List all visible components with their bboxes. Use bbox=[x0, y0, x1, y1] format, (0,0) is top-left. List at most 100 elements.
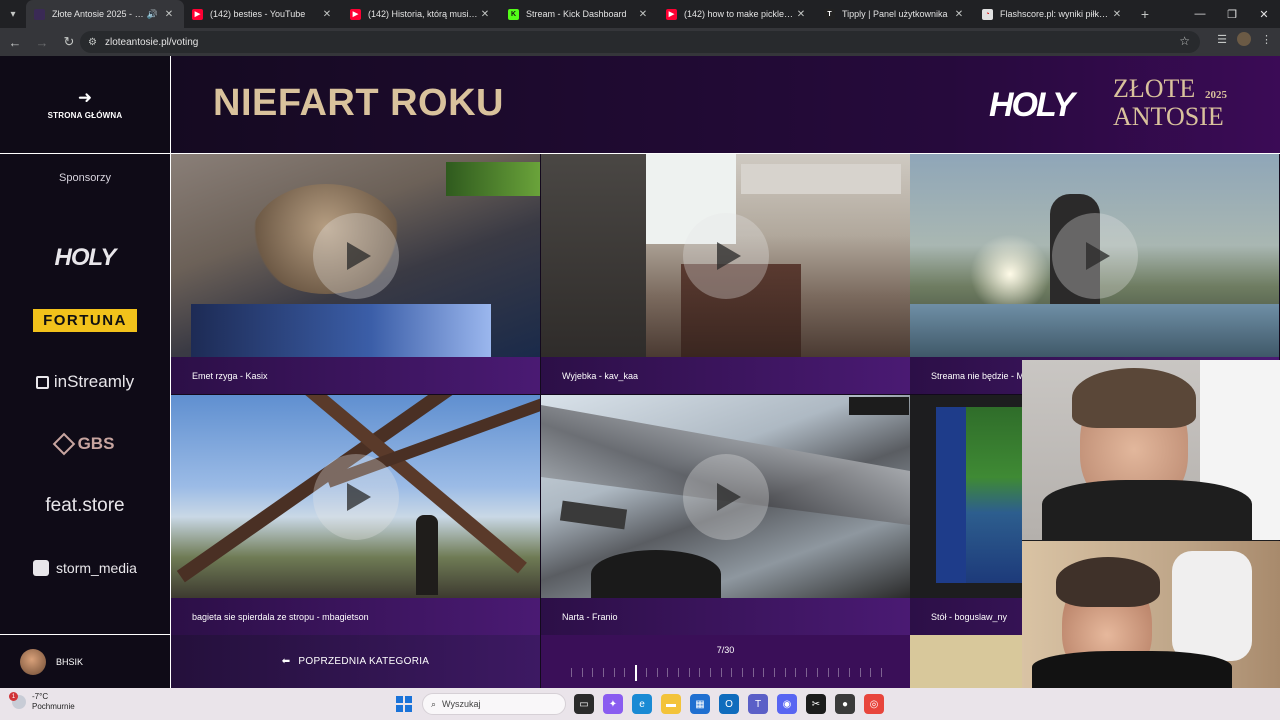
outlook-icon[interactable]: O bbox=[719, 694, 739, 714]
reload-icon[interactable]: ↻ bbox=[57, 30, 81, 54]
task-view-icon[interactable]: ▭ bbox=[574, 694, 594, 714]
youtube-icon: ▶ bbox=[192, 8, 203, 20]
play-button[interactable] bbox=[683, 213, 769, 299]
url-field[interactable]: ⚙ zloteantosie.pl/voting ☆ bbox=[80, 31, 1200, 53]
category-progress: 7/30 bbox=[541, 635, 910, 688]
antosie-logo-text: ANTOSIE bbox=[1113, 102, 1224, 131]
progress-tick bbox=[677, 668, 679, 677]
video-caption: Narta - Franio bbox=[541, 598, 910, 635]
webcam-overlay-bottom bbox=[1022, 541, 1280, 688]
video-caption: bagieta sie spierdala ze stropu - mbagie… bbox=[171, 598, 540, 635]
sponsor-instreamly-logo[interactable]: inStreamly bbox=[0, 370, 170, 394]
overlay-logo-icon bbox=[849, 397, 909, 415]
video-caption: Wyjebka - kav_kaa bbox=[541, 357, 910, 394]
url-text: zloteantosie.pl/voting bbox=[104, 36, 199, 48]
tipply-icon: T bbox=[824, 8, 835, 20]
video-tile[interactable]: bagieta sie spierdala ze stropu - mbagie… bbox=[171, 395, 540, 635]
edge-icon[interactable]: e bbox=[632, 694, 652, 714]
video-tile[interactable]: Streama nie będzie - M bbox=[910, 154, 1279, 394]
menu-icon[interactable]: ⋮ bbox=[1261, 33, 1272, 46]
video-tile[interactable]: Narta - Franio bbox=[541, 395, 910, 635]
sidebar: ➜ STRONA GŁÓWNA Sponsorzy HOLY FORTUNA i… bbox=[0, 56, 171, 688]
flashscore-icon: ◔ bbox=[982, 8, 993, 20]
play-button[interactable] bbox=[1052, 213, 1138, 299]
teams-icon[interactable]: T bbox=[748, 694, 768, 714]
sponsor-name: storm_media bbox=[56, 560, 137, 576]
tab-tipply[interactable]: T Tipply | Panel użytkownika ✕ bbox=[816, 0, 974, 28]
video-thumbnail[interactable] bbox=[171, 395, 540, 598]
progress-tick bbox=[806, 668, 808, 677]
back-icon[interactable]: ← bbox=[3, 30, 27, 54]
window-controls: — ❐ ✕ bbox=[1184, 0, 1280, 28]
close-tab-icon[interactable]: ✕ bbox=[636, 9, 650, 20]
forward-icon[interactable]: → bbox=[30, 30, 54, 54]
close-tab-icon[interactable]: ✕ bbox=[478, 9, 492, 20]
minimize-icon[interactable]: — bbox=[1184, 0, 1216, 28]
play-button[interactable] bbox=[313, 454, 399, 540]
close-window-icon[interactable]: ✕ bbox=[1248, 0, 1280, 28]
tab-youtube-pickle[interactable]: ▶ (142) how to make pickle peps ✕ bbox=[658, 0, 816, 28]
windows-start-icon[interactable] bbox=[396, 696, 412, 712]
play-icon bbox=[717, 483, 741, 511]
progress-tick bbox=[731, 668, 733, 677]
user-account[interactable]: BHSIK bbox=[0, 634, 170, 688]
home-link[interactable]: ➜ STRONA GŁÓWNA bbox=[0, 56, 170, 154]
speaker-icon[interactable]: 🔊 bbox=[147, 9, 158, 20]
tab-search-icon[interactable]: ▾ bbox=[0, 0, 26, 28]
close-tab-icon[interactable]: ✕ bbox=[952, 9, 966, 20]
play-button[interactable] bbox=[683, 454, 769, 540]
video-thumbnail[interactable] bbox=[541, 395, 910, 598]
tab-youtube-historia[interactable]: ▶ (142) Historia, którą musisz zna ✕ bbox=[342, 0, 500, 28]
tab-title: (142) besties - YouTube bbox=[210, 9, 306, 19]
progress-tick bbox=[827, 668, 829, 677]
tab-kick-dashboard[interactable]: K Stream - Kick Dashboard ✕ bbox=[500, 0, 658, 28]
discord-icon[interactable]: ◉ bbox=[777, 694, 797, 714]
file-explorer-icon[interactable]: ▬ bbox=[661, 694, 681, 714]
close-tab-icon[interactable]: ✕ bbox=[1110, 9, 1124, 20]
new-tab-icon[interactable]: + bbox=[1132, 6, 1158, 22]
tab-flashscore[interactable]: ◔ Flashscore.pl: wyniki piłki nożne ✕ bbox=[974, 0, 1132, 28]
holy-logo: HOLY bbox=[989, 86, 1075, 124]
video-tile[interactable]: Wyjebka - kav_kaa bbox=[541, 154, 910, 394]
chrome-icon[interactable]: ◎ bbox=[864, 694, 884, 714]
site-info-icon[interactable]: ⚙ bbox=[88, 37, 97, 48]
progress-tick bbox=[624, 668, 626, 677]
sponsor-featstore-logo[interactable]: feat.store bbox=[0, 494, 170, 518]
copilot-icon[interactable]: ✦ bbox=[603, 694, 623, 714]
close-tab-icon[interactable]: ✕ bbox=[794, 9, 808, 20]
taskbar-search[interactable]: ⌕ Wyszukaj bbox=[422, 693, 566, 715]
youtube-icon: ▶ bbox=[666, 8, 677, 20]
favicon-icon bbox=[34, 8, 45, 20]
store-icon[interactable]: ▦ bbox=[690, 694, 710, 714]
video-thumbnail[interactable] bbox=[541, 154, 910, 357]
maximize-icon[interactable]: ❐ bbox=[1216, 0, 1248, 28]
close-tab-icon[interactable]: ✕ bbox=[162, 9, 176, 20]
previous-category-label: POPRZEDNIA KATEGORIA bbox=[298, 656, 430, 667]
tab-youtube-besties[interactable]: ▶ (142) besties - YouTube ✕ bbox=[184, 0, 342, 28]
capcut-icon[interactable]: ✂ bbox=[806, 694, 826, 714]
sponsor-stormmedia-logo[interactable]: storm_media bbox=[0, 556, 170, 580]
previous-category-button[interactable]: ⬅ POPRZEDNIA KATEGORIA bbox=[171, 635, 540, 688]
video-tile[interactable]: Emet rzyga - Kasix bbox=[171, 154, 540, 394]
obs-icon[interactable]: ● bbox=[835, 694, 855, 714]
tab-zlote-antosie[interactable]: Złote Antosie 2025 - Najwię 🔊 ✕ bbox=[26, 0, 184, 28]
video-thumbnail[interactable] bbox=[910, 154, 1279, 357]
sponsor-name: feat.store bbox=[45, 495, 125, 516]
avatar bbox=[20, 648, 46, 675]
temperature: -7°C bbox=[32, 692, 49, 701]
sponsor-holy-logo[interactable]: HOLY bbox=[0, 244, 170, 272]
weather-widget[interactable]: 1 -7°C Pochmurnie bbox=[9, 692, 75, 712]
close-tab-icon[interactable]: ✕ bbox=[320, 9, 334, 20]
sponsor-fortuna-logo[interactable]: FORTUNA bbox=[0, 308, 170, 332]
progress-current-tick bbox=[635, 665, 638, 681]
play-button[interactable] bbox=[313, 213, 399, 299]
next-category-panel[interactable] bbox=[910, 635, 1022, 688]
bookmark-star-icon[interactable]: ☆ bbox=[1179, 34, 1190, 48]
profile-avatar-icon[interactable] bbox=[1237, 32, 1251, 46]
progress-tick bbox=[571, 668, 572, 677]
video-thumbnail[interactable] bbox=[171, 154, 540, 357]
sponsor-gbs-logo[interactable]: GBS bbox=[0, 432, 170, 456]
progress-tick bbox=[720, 668, 722, 677]
reading-list-icon[interactable]: ☰ bbox=[1217, 33, 1227, 46]
play-icon bbox=[347, 242, 371, 270]
